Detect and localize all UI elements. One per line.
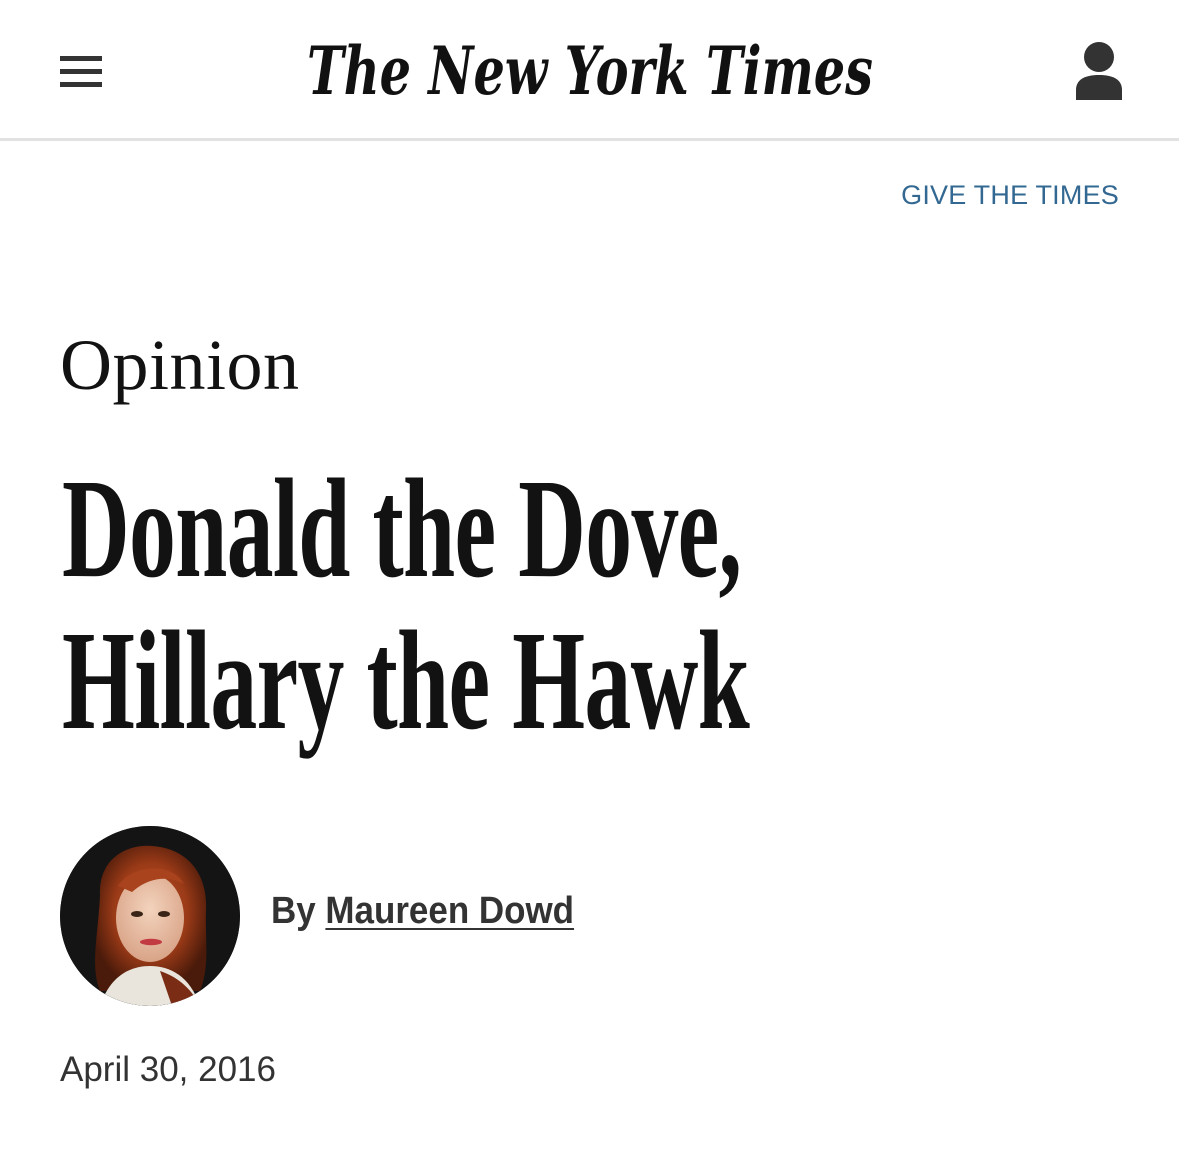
author-photo <box>60 826 240 1006</box>
top-navigation-bar: The New York Times <box>0 0 1179 141</box>
masthead-text: The New York Times <box>307 32 873 110</box>
nyt-masthead-logo[interactable]: The New York Times <box>300 28 880 120</box>
user-account-icon[interactable] <box>1076 42 1122 102</box>
hamburger-menu-icon[interactable] <box>60 56 102 88</box>
byline: By Maureen Dowd <box>271 890 574 933</box>
give-the-times-link[interactable]: GIVE THE TIMES <box>901 180 1119 211</box>
article-headline: Donald the Dove, Hillary the Hawk <box>62 449 750 759</box>
headline-line-2: Hillary the Hawk <box>62 601 750 759</box>
publish-date: April 30, 2016 <box>60 1050 276 1089</box>
headline-line-1: Donald the Dove, <box>62 449 742 607</box>
byline-prefix: By <box>271 890 316 932</box>
author-avatar[interactable] <box>60 826 240 1006</box>
section-label: Opinion <box>60 325 300 405</box>
author-link[interactable]: Maureen Dowd <box>325 890 574 932</box>
